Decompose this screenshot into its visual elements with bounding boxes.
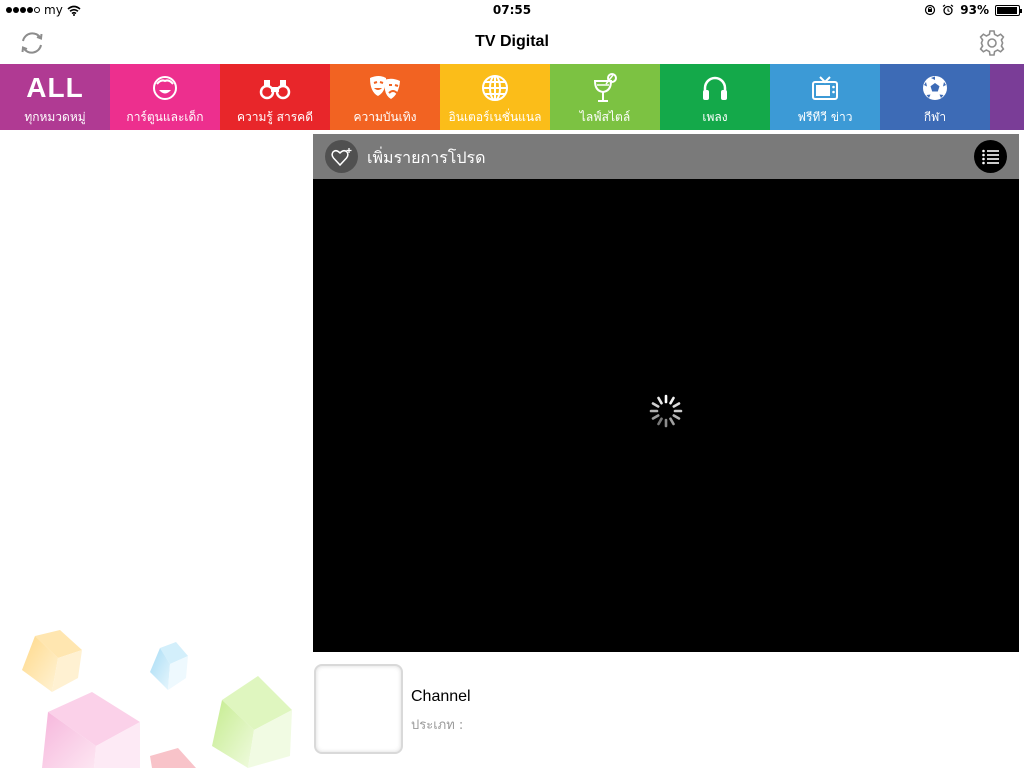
add-favorite-button[interactable] bbox=[325, 140, 358, 173]
battery-icon bbox=[995, 4, 1022, 16]
category-label: อินเตอร์เนชั่นแนล bbox=[448, 110, 542, 124]
category-bar: ALL ทุกหมวดหมู่ การ์ตูนและเด็ก ความรู้ ส… bbox=[0, 64, 1024, 130]
binoculars-icon bbox=[259, 80, 291, 100]
navigation-bar: TV Digital bbox=[0, 22, 1024, 64]
channel-name: Channel bbox=[411, 688, 471, 705]
category-entertainment[interactable]: ความบันเทิง bbox=[330, 64, 440, 130]
category-all[interactable]: ALL ทุกหมวดหมู่ bbox=[0, 64, 110, 130]
category-label: ไลฟ์สไตล์ bbox=[579, 110, 631, 124]
decorative-cubes-image bbox=[0, 560, 312, 768]
category-cartoons-kids[interactable]: การ์ตูนและเด็ก bbox=[110, 64, 220, 130]
video-player[interactable] bbox=[313, 179, 1019, 652]
battery-percent: 93% bbox=[960, 3, 989, 17]
category-label: เพลง bbox=[702, 110, 728, 124]
settings-button[interactable] bbox=[976, 27, 1008, 59]
status-right: 93% bbox=[924, 3, 1022, 17]
category-sports[interactable]: กีฬา bbox=[880, 64, 990, 130]
cocktail-glass-icon bbox=[593, 73, 617, 102]
heart-add-icon bbox=[330, 147, 351, 166]
category-label: กีฬา bbox=[923, 110, 947, 124]
category-label: ความรู้ สารคดี bbox=[236, 110, 313, 124]
battery-fill bbox=[997, 6, 1017, 14]
soccer-ball-icon bbox=[923, 76, 947, 100]
rotation-lock-icon bbox=[925, 4, 936, 16]
category-label: ทุกหมวดหมู่ bbox=[24, 110, 86, 124]
favorites-header: เพิ่มรายการโปรด bbox=[313, 134, 1019, 179]
category-knowledge-documentary[interactable]: ความรู้ สารคดี bbox=[220, 64, 330, 130]
category-more[interactable] bbox=[990, 64, 1024, 130]
tv-icon bbox=[812, 76, 838, 100]
alarm-icon bbox=[942, 4, 954, 16]
category-lifestyle[interactable]: ไลฟ์สไตล์ bbox=[550, 64, 660, 130]
list-icon bbox=[981, 149, 999, 164]
gear-icon bbox=[979, 30, 1005, 56]
all-categories-text: ALL bbox=[26, 72, 84, 103]
loading-spinner-icon bbox=[649, 394, 683, 428]
category-free-tv-news[interactable]: ฟรีทีวี ข่าว bbox=[770, 64, 880, 130]
channel-type-label: ประเภท : bbox=[411, 718, 464, 733]
page-title: TV Digital bbox=[475, 33, 549, 50]
status-time: 07:55 bbox=[492, 3, 532, 17]
theater-masks-icon bbox=[370, 76, 400, 99]
smiley-face-icon bbox=[153, 76, 177, 100]
globe-icon bbox=[482, 75, 508, 101]
category-label: ความบันเทิง bbox=[353, 110, 417, 124]
status-bar: my 07:55 93% bbox=[0, 0, 1024, 22]
category-music[interactable]: เพลง bbox=[660, 64, 770, 130]
category-international[interactable]: อินเตอร์เนชั่นแนล bbox=[440, 64, 550, 130]
category-label: ฟรีทีวี ข่าว bbox=[797, 110, 853, 124]
channel-thumbnail[interactable] bbox=[314, 664, 403, 754]
channel-list-button[interactable] bbox=[974, 140, 1007, 173]
category-label: การ์ตูนและเด็ก bbox=[126, 110, 204, 124]
headphones-icon bbox=[703, 76, 727, 100]
add-favorite-label[interactable]: เพิ่มรายการโปรด bbox=[367, 146, 486, 171]
